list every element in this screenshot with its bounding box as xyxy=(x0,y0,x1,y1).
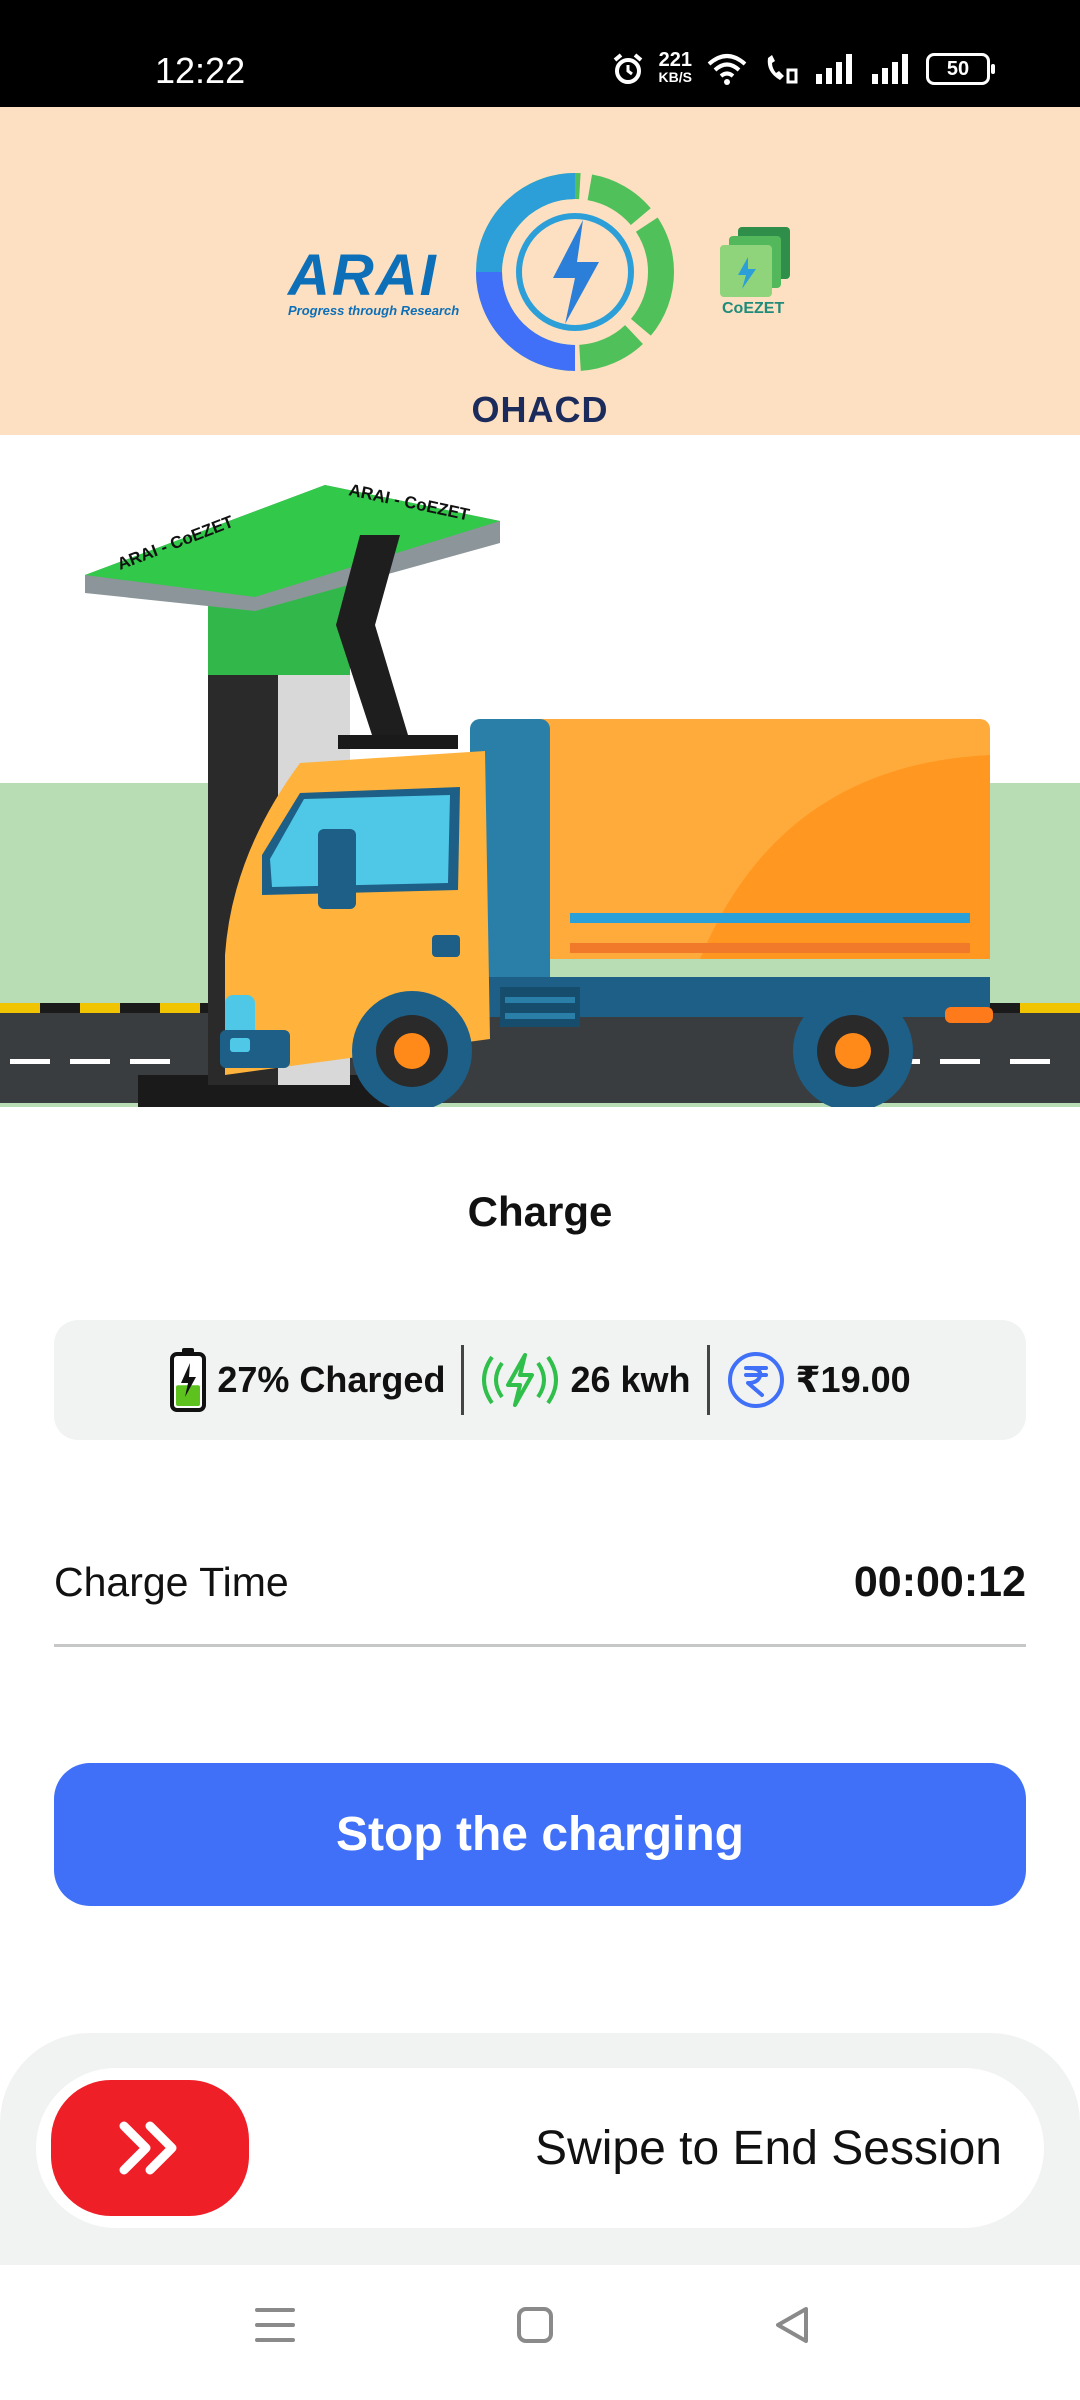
arai-tagline: Progress through Research xyxy=(288,303,460,318)
wifi-icon xyxy=(707,54,747,85)
system-nav-bar xyxy=(0,2265,1080,2400)
net-speed: 221 KB/S xyxy=(658,49,692,86)
battery-charging-icon xyxy=(170,1348,207,1412)
arai-logo: ARAI Progress through Research xyxy=(288,242,459,318)
energy-text: 26 kwh xyxy=(570,1359,691,1400)
alarm-icon xyxy=(613,53,642,84)
double-chevron-right-icon xyxy=(119,2121,177,2175)
status-bar: 12:22 221 KB/S 50 xyxy=(0,0,1080,107)
battery-indicator: 50 xyxy=(926,53,995,85)
swipe-track[interactable]: Swipe to End Session xyxy=(36,2068,1044,2228)
arai-logo-text: ARAI xyxy=(288,243,438,308)
energy-stat: 26 kwh xyxy=(464,1347,706,1413)
charge-stats: 27% Charged 26 kwh ₹19.00 xyxy=(54,1320,1026,1440)
swipe-label: Swipe to End Session xyxy=(535,2121,1002,2175)
cost-stat: ₹19.00 xyxy=(710,1350,927,1410)
ohacd-emblem-icon xyxy=(476,173,674,371)
cost-text: ₹19.00 xyxy=(795,1359,911,1400)
truck-charging-illustration: ARAI - CoEZET ARAI - CoEZET xyxy=(0,435,1080,1107)
energy-bolt-icon xyxy=(482,1353,559,1407)
signal-icon-2 xyxy=(872,54,908,84)
status-icons: 221 KB/S 50 xyxy=(611,49,995,86)
coezet-text: CoEZET xyxy=(722,300,785,317)
net-speed-unit: KB/S xyxy=(658,69,692,85)
status-time: 12:22 xyxy=(155,50,246,91)
stop-charging-button[interactable]: Stop the charging xyxy=(54,1763,1026,1906)
home-icon[interactable] xyxy=(515,2305,555,2345)
net-speed-value: 221 xyxy=(658,49,692,71)
charge-time-label: Charge Time xyxy=(54,1558,289,1605)
swipe-area: Swipe to End Session xyxy=(0,2033,1080,2265)
rupee-icon xyxy=(727,1352,784,1408)
charge-time-value: 00:00:12 xyxy=(853,1557,1026,1606)
coezet-logo-icon xyxy=(720,227,790,297)
menu-icon[interactable] xyxy=(254,2305,296,2345)
back-icon[interactable] xyxy=(772,2305,812,2345)
volte-call-icon xyxy=(767,55,798,84)
swipe-handle[interactable] xyxy=(51,2080,249,2216)
header-banner: ARAI Progress through Research OHACD CoE… xyxy=(0,107,1080,435)
charge-percent-text: 27% Charged xyxy=(217,1359,446,1400)
app-name: OHACD xyxy=(471,389,609,430)
signal-icon xyxy=(816,54,852,84)
charge-percent-stat: 27% Charged xyxy=(153,1347,461,1413)
charge-time-row: Charge Time 00:00:12 xyxy=(54,1520,1026,1647)
charge-title: Charge xyxy=(467,1188,613,1235)
